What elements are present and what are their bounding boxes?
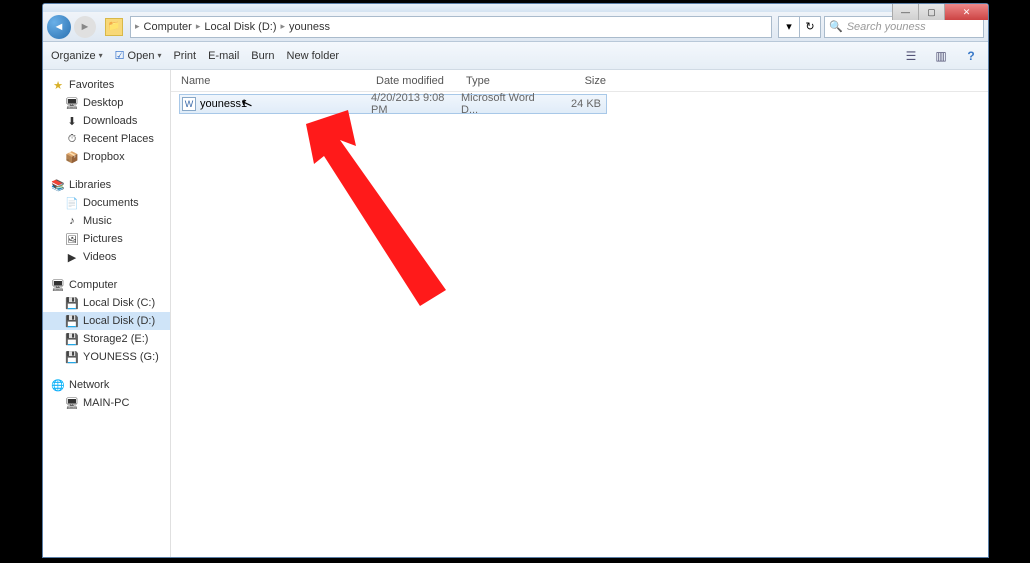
- file-type-cell: Microsoft Word D...: [461, 92, 551, 116]
- column-header-date[interactable]: Date modified: [376, 75, 466, 87]
- nav-back-button[interactable]: ◄: [47, 15, 71, 39]
- desktop-icon: 🖥: [65, 96, 79, 110]
- column-header-size[interactable]: Size: [556, 75, 606, 87]
- sidebar-libraries-header[interactable]: 📚Libraries: [43, 176, 170, 194]
- column-headers: Name Date modified Type Size: [171, 70, 988, 92]
- sidebar-item-downloads[interactable]: ⬇Downloads: [43, 112, 170, 130]
- computer-icon: 🖥: [51, 278, 65, 292]
- breadcrumb-arrow-icon: ▸: [196, 21, 201, 32]
- system-buttons: — ▢ ✕: [892, 4, 988, 20]
- dropbox-icon: 📦: [65, 150, 79, 164]
- breadcrumb-arrow-icon: ▸: [280, 21, 285, 32]
- open-button[interactable]: ☑Open▾: [115, 49, 162, 62]
- history-dropdown-button[interactable]: ▾: [778, 16, 800, 38]
- breadcrumb-segment[interactable]: Local Disk (D:): [202, 21, 278, 33]
- sidebar-item-recent-places[interactable]: ⏱Recent Places: [43, 130, 170, 148]
- sidebar-item-disk-e[interactable]: 💾Storage2 (E:): [43, 330, 170, 348]
- network-icon: 🌐: [51, 378, 65, 392]
- sidebar-item-desktop[interactable]: 🖥Desktop: [43, 94, 170, 112]
- preview-pane-button[interactable]: ▥: [932, 47, 950, 65]
- sidebar-computer-header[interactable]: 🖥Computer: [43, 276, 170, 294]
- organize-menu[interactable]: Organize▾: [51, 50, 103, 62]
- breadcrumb-segment[interactable]: Computer: [142, 21, 194, 33]
- explorer-window: — ▢ ✕ ◄ ► 📁 ▸ Computer ▸ Local Disk (D:)…: [42, 3, 989, 558]
- disk-icon: 💾: [65, 350, 79, 364]
- breadcrumb-segment[interactable]: youness: [287, 21, 332, 33]
- computer-icon: 🖥: [65, 396, 79, 410]
- recent-icon: ⏱: [65, 132, 79, 146]
- chevron-down-icon: ▾: [99, 51, 103, 60]
- sidebar-item-disk-g[interactable]: 💾YOUNESS (G:): [43, 348, 170, 366]
- breadcrumb-arrow-icon: ▸: [135, 21, 140, 32]
- file-list-area: Name Date modified Type Size Wyouness1 4…: [171, 70, 988, 557]
- download-icon: ⬇: [65, 114, 79, 128]
- help-button[interactable]: ?: [962, 47, 980, 65]
- file-name-cell: Wyouness1: [182, 97, 371, 111]
- sidebar-computer-group: 🖥Computer 💾Local Disk (C:) 💾Local Disk (…: [43, 276, 170, 366]
- sidebar-item-music[interactable]: ♪Music: [43, 212, 170, 230]
- disk-icon: 💾: [65, 296, 79, 310]
- close-button[interactable]: ✕: [944, 4, 988, 20]
- pictures-icon: 🖼: [65, 232, 79, 246]
- main-area: ★Favorites 🖥Desktop ⬇Downloads ⏱Recent P…: [43, 70, 988, 557]
- sidebar-item-pictures[interactable]: 🖼Pictures: [43, 230, 170, 248]
- file-row[interactable]: Wyouness1 4/20/2013 9:08 PM Microsoft Wo…: [179, 94, 607, 114]
- chevron-down-icon: ▾: [157, 51, 161, 60]
- file-date-cell: 4/20/2013 9:08 PM: [371, 92, 461, 116]
- email-button[interactable]: E-mail: [208, 50, 239, 62]
- sidebar-item-dropbox[interactable]: 📦Dropbox: [43, 148, 170, 166]
- star-icon: ★: [51, 78, 65, 92]
- sidebar-favorites-header[interactable]: ★Favorites: [43, 76, 170, 94]
- music-icon: ♪: [65, 214, 79, 228]
- navbar: ◄ ► 📁 ▸ Computer ▸ Local Disk (D:) ▸ you…: [43, 12, 988, 42]
- nav-forward-button[interactable]: ►: [74, 16, 96, 38]
- folder-icon: 📁: [105, 18, 123, 36]
- disk-icon: 💾: [65, 314, 79, 328]
- sidebar-libraries-group: 📚Libraries 📄Documents ♪Music 🖼Pictures ▶…: [43, 176, 170, 266]
- print-button[interactable]: Print: [173, 50, 196, 62]
- videos-icon: ▶: [65, 250, 79, 264]
- refresh-button[interactable]: ↻: [799, 16, 821, 38]
- address-controls: ▾ ↻: [779, 16, 821, 38]
- burn-button[interactable]: Burn: [251, 50, 274, 62]
- column-header-name[interactable]: Name: [181, 75, 376, 87]
- sidebar-network-header[interactable]: 🌐Network: [43, 376, 170, 394]
- titlebar: — ▢ ✕: [43, 4, 988, 12]
- word-doc-icon: W: [182, 97, 196, 111]
- search-icon: 🔍: [829, 20, 843, 33]
- search-placeholder: Search youness: [847, 21, 926, 33]
- sidebar-network-group: 🌐Network 🖥MAIN-PC: [43, 376, 170, 412]
- sidebar-item-documents[interactable]: 📄Documents: [43, 194, 170, 212]
- disk-icon: 💾: [65, 332, 79, 346]
- toolbar: Organize▾ ☑Open▾ Print E-mail Burn New f…: [43, 42, 988, 70]
- documents-icon: 📄: [65, 196, 79, 210]
- sidebar-item-disk-d[interactable]: 💾Local Disk (D:): [43, 312, 170, 330]
- views-button[interactable]: ☰: [902, 47, 920, 65]
- new-folder-button[interactable]: New folder: [287, 50, 340, 62]
- libraries-icon: 📚: [51, 178, 65, 192]
- file-size-cell: 24 KB: [551, 98, 601, 110]
- minimize-button[interactable]: —: [892, 4, 918, 20]
- column-header-type[interactable]: Type: [466, 75, 556, 87]
- sidebar-item-mainpc[interactable]: 🖥MAIN-PC: [43, 394, 170, 412]
- maximize-button[interactable]: ▢: [918, 4, 944, 20]
- navigation-sidebar: ★Favorites 🖥Desktop ⬇Downloads ⏱Recent P…: [43, 70, 171, 557]
- sidebar-item-videos[interactable]: ▶Videos: [43, 248, 170, 266]
- sidebar-favorites-group: ★Favorites 🖥Desktop ⬇Downloads ⏱Recent P…: [43, 76, 170, 166]
- sidebar-item-disk-c[interactable]: 💾Local Disk (C:): [43, 294, 170, 312]
- breadcrumb[interactable]: ▸ Computer ▸ Local Disk (D:) ▸ youness: [130, 16, 772, 38]
